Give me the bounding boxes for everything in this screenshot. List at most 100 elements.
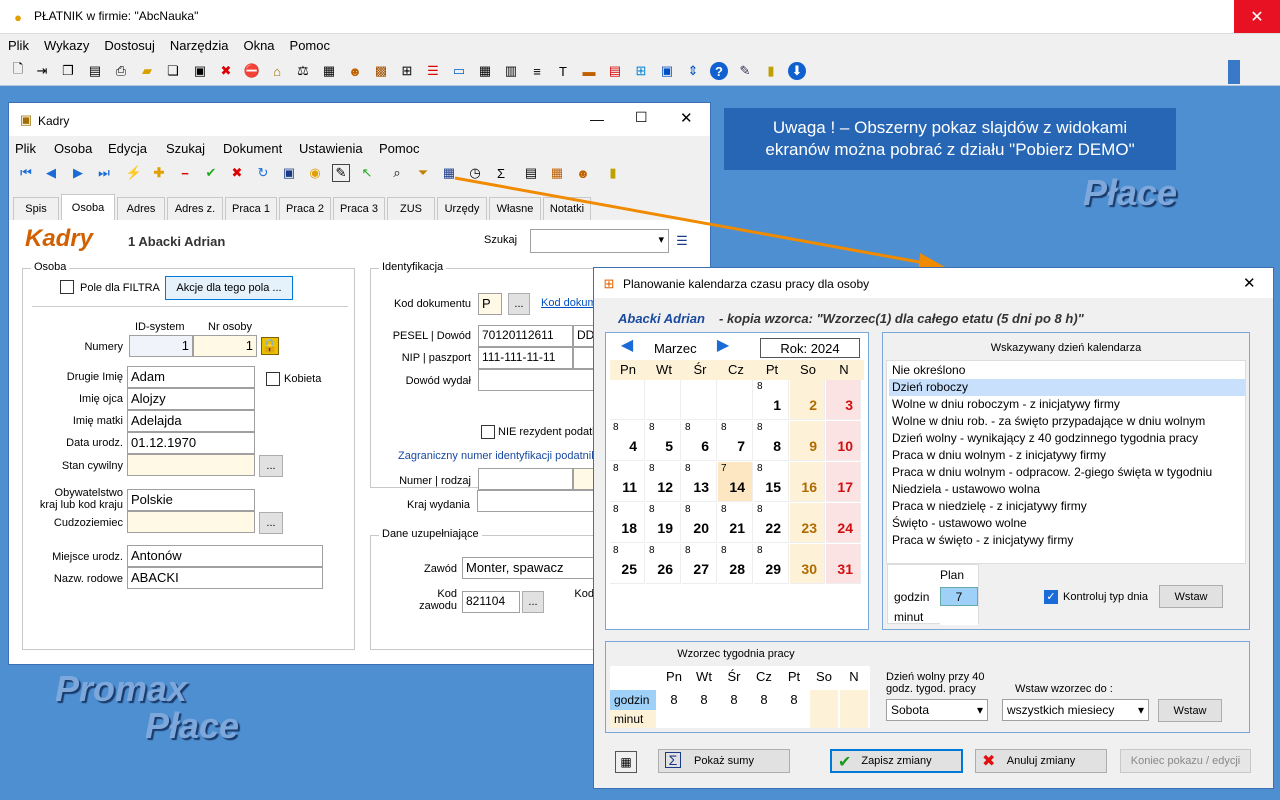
day-type-item[interactable]: Dzień roboczy <box>889 379 1245 396</box>
calendar-day[interactable] <box>718 380 753 420</box>
wzorzec-hours[interactable] <box>840 690 868 710</box>
checklist-icon[interactable]: ☰ <box>424 62 442 80</box>
tab-spis[interactable]: Spis <box>13 197 59 220</box>
export-icon[interactable]: ⇥ <box>33 62 51 80</box>
calendar-day[interactable]: 15 8 <box>754 462 789 502</box>
next-month-icon[interactable]: ▶ <box>714 337 732 355</box>
prev-record-icon[interactable]: ◀ <box>42 164 60 182</box>
calc-icon[interactable]: ▦ <box>320 62 338 80</box>
kod-dokumentu-picker-button[interactable]: ... <box>508 293 530 315</box>
monitor-icon[interactable]: ▭ <box>450 62 468 80</box>
folder-icon[interactable]: ▰ <box>138 62 156 80</box>
calendar-day[interactable]: 58 <box>646 421 681 461</box>
edit-icon[interactable]: ✎ <box>332 164 350 182</box>
kadry-menu-pomoc[interactable]: Pomoc <box>379 141 419 156</box>
calendar-day[interactable]: 23 <box>790 503 825 543</box>
search-icon[interactable]: ⌕ <box>388 164 406 182</box>
wzorzec-minutes[interactable] <box>720 710 748 728</box>
day-type-item[interactable]: Praca w święto - z inicjatywy firmy <box>889 532 1245 549</box>
calendar-day[interactable]: 17 <box>826 462 861 502</box>
wstaw-wzorzec-button[interactable]: Wstaw <box>1158 699 1222 722</box>
calendar-day[interactable]: 24 <box>826 503 861 543</box>
day-type-item[interactable]: Praca w dniu wolnym - odpracow. 2-giego … <box>889 464 1245 481</box>
drugie-imie-field[interactable]: Adam <box>127 366 255 388</box>
tile-icon[interactable]: ▣ <box>658 62 676 80</box>
day-type-item[interactable]: Praca w niedzielę - z inicjatywy firmy <box>889 498 1245 515</box>
wzorzec-minutes[interactable] <box>840 710 868 728</box>
plan-godzin-field[interactable]: 7 <box>940 587 978 606</box>
windows-icon[interactable]: ⊞ <box>632 62 650 80</box>
calendar10-icon[interactable]: ▥ <box>502 62 520 80</box>
refresh-icon[interactable]: ↻ <box>254 164 272 182</box>
calendar-day[interactable]: 27 8 <box>682 544 717 584</box>
calendar-day[interactable]: 31 <box>826 544 861 584</box>
print-icon[interactable]: ⎙ <box>112 62 130 80</box>
tab-praca-2[interactable]: Praca 2 <box>279 197 331 220</box>
menu-dostosuj[interactable]: Dostosuj <box>96 34 162 53</box>
copy-icon[interactable]: ❐ <box>59 62 77 80</box>
wzorzec-minutes[interactable] <box>810 710 838 728</box>
wzorzec-minutes[interactable] <box>780 710 808 728</box>
calendar-day[interactable]: 68 <box>682 421 717 461</box>
delete-icon[interactable]: ✖ <box>217 62 235 80</box>
table-icon[interactable]: ▤ <box>606 62 624 80</box>
filter-icon[interactable]: ⏷ <box>414 164 432 182</box>
calendar-day[interactable] <box>610 380 645 420</box>
kadry-menu-dokument[interactable]: Dokument <box>223 141 282 156</box>
files-icon[interactable]: ❏ <box>164 62 182 80</box>
kod-zawodu-picker-button[interactable]: ... <box>522 591 544 613</box>
kod-dokumentu-link[interactable]: Kod dokum <box>541 297 597 309</box>
grid-icon[interactable]: ⊞ <box>398 62 416 80</box>
wzorzec-minutes[interactable] <box>750 710 778 728</box>
kadry-menu-szukaj[interactable]: Szukaj <box>166 141 205 156</box>
calendar-day[interactable]: 21 8 <box>718 503 753 543</box>
calendar-day[interactable]: 26 8 <box>646 544 681 584</box>
day-type-item[interactable]: Święto - ustawowo wolne <box>889 515 1245 532</box>
wzorzec-hours[interactable]: 8 <box>720 690 748 710</box>
updown-icon[interactable]: ⇕ <box>684 62 702 80</box>
kobieta-checkbox[interactable] <box>266 372 280 386</box>
day-type-item[interactable]: Wolne w dniu rob. - za święto przypadają… <box>889 413 1245 430</box>
calendar-day[interactable]: 22 8 <box>754 503 789 543</box>
calendar-day[interactable]: 48 <box>610 421 645 461</box>
tab-praca-1[interactable]: Praca 1 <box>225 197 277 220</box>
wrench-icon[interactable]: ✎ <box>736 62 754 80</box>
kod-zawodu-field[interactable]: 821104 <box>462 591 520 613</box>
next-record-icon[interactable]: ▶ <box>69 164 87 182</box>
kod-dokumentu-field[interactable]: P <box>478 293 502 315</box>
lightning-icon[interactable]: ⚡ <box>125 164 143 182</box>
bank-icon[interactable]: ⌂ <box>268 62 286 80</box>
plan-close-button[interactable]: ✕ <box>1243 274 1256 292</box>
calendar-day[interactable]: 18 8 <box>610 503 645 543</box>
calendar-day[interactable]: 10 <box>826 421 861 461</box>
bookmark-icon[interactable]: ▮ <box>762 62 780 80</box>
miejsce-urodz-field[interactable]: Antonów <box>127 545 323 567</box>
person-icon[interactable]: ☻ <box>346 62 364 80</box>
wszystkich-select[interactable]: wszystkich miesiecy ▾ <box>1002 699 1149 721</box>
calendar-day[interactable] <box>682 380 717 420</box>
cudzoziemiec-field[interactable] <box>127 511 255 533</box>
kraj-wydania-field[interactable] <box>477 490 602 512</box>
briefcase-icon[interactable]: ▩ <box>372 62 390 80</box>
calendar-day[interactable]: 16 <box>790 462 825 502</box>
kadry-menu-plik[interactable]: Plik <box>15 141 36 156</box>
remove-icon[interactable]: − <box>176 164 194 182</box>
day-type-item[interactable]: Dzień wolny - wynikający z 40 godzinnego… <box>889 430 1245 447</box>
wzorzec-hours[interactable]: 8 <box>780 690 808 710</box>
arrow-up-left-icon[interactable]: ↖ <box>358 164 376 182</box>
pokaz-sumy-button[interactable]: Σ Pokaż sumy <box>658 749 790 773</box>
calendar-day[interactable]: 9 <box>790 421 825 461</box>
anuluj-button[interactable]: ✖ Anuluj zmiany <box>975 749 1107 773</box>
wzorzec-minutes[interactable] <box>660 710 688 728</box>
wzorzec-hours[interactable]: 8 <box>750 690 778 710</box>
calendar-day[interactable]: 11 8 <box>610 462 645 502</box>
tab-adres[interactable]: Adres <box>117 197 165 220</box>
imie-matki-field[interactable]: Adelajda <box>127 410 255 432</box>
accept-icon[interactable]: ✔ <box>202 164 220 182</box>
close-button[interactable]: ✕ <box>1234 0 1280 33</box>
book-icon[interactable]: ▬ <box>580 62 598 80</box>
dowod-wydal-field[interactable] <box>478 369 603 391</box>
toolbar-scroll[interactable] <box>1228 60 1240 84</box>
first-record-icon[interactable]: ⏮ <box>17 164 35 182</box>
year-field[interactable]: Rok: 2024 <box>760 338 860 358</box>
